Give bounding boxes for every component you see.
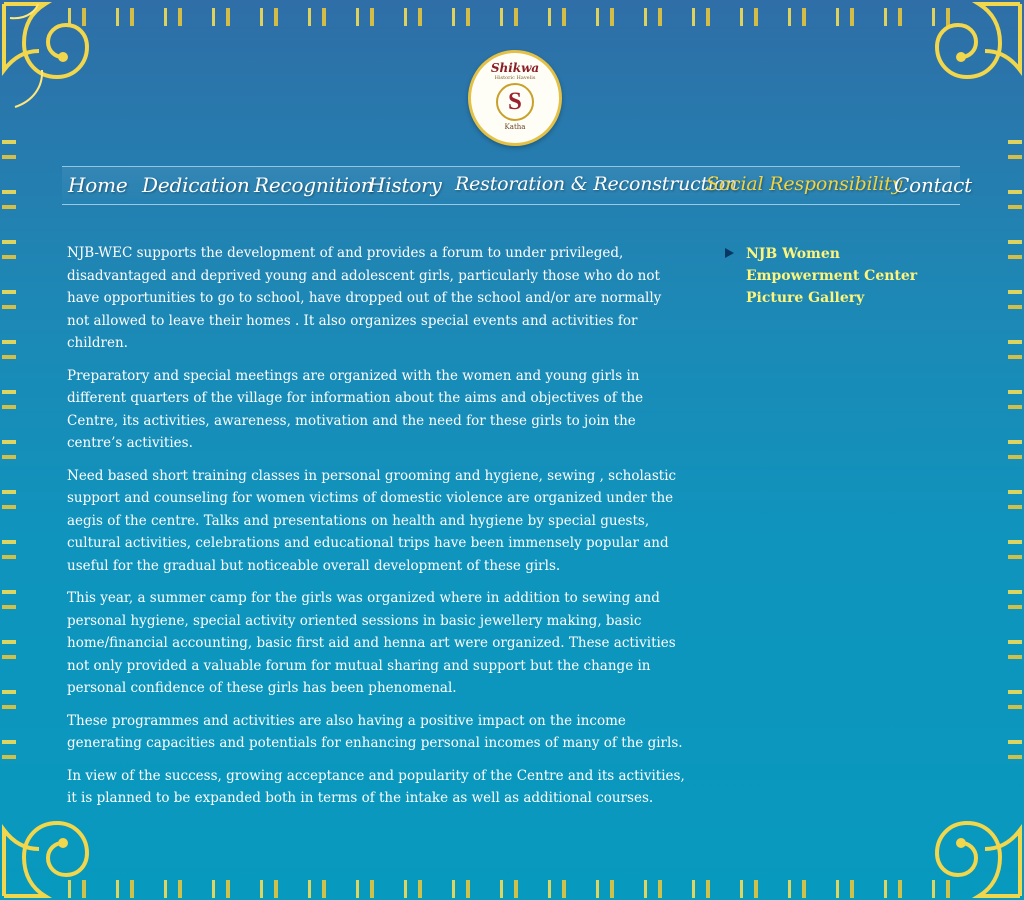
content-paragraph: Preparatory and special meetings are org…	[67, 367, 644, 452]
right-border-ornament	[1008, 130, 1022, 790]
picture-gallery-link[interactable]: NJB Women Empowerment Center Picture Gal…	[725, 243, 955, 309]
bottom-right-corner-ornament	[909, 760, 1024, 900]
logo-monogram: S	[496, 83, 534, 121]
content-paragraph: Need based short training classes in per…	[67, 467, 677, 574]
bottom-border-ornament	[60, 880, 964, 898]
content-paragraph: NJB-WEC supports the development of and …	[67, 245, 662, 351]
top-left-corner-ornament	[0, 0, 115, 140]
logo-brand: Shikwa	[490, 61, 540, 75]
nav-restoration-reconstruction[interactable]: Restoration & Reconstruction	[455, 173, 737, 195]
top-right-corner-ornament	[909, 0, 1024, 140]
nav-history[interactable]: History	[368, 173, 442, 197]
site-logo[interactable]: Shikwa Historic Havelis S Katha	[468, 50, 562, 146]
content-paragraph: In view of the success, growing acceptan…	[67, 767, 685, 807]
logo-tagline: Historic Havelis	[494, 75, 536, 81]
nav-social-responsibility[interactable]: Social Responsibility	[706, 173, 902, 195]
main-navigation: Home Dedication Recognition History Rest…	[62, 166, 972, 205]
nav-contact[interactable]: Contact	[894, 173, 972, 197]
top-border-ornament	[60, 8, 964, 26]
content-paragraph: These programmes and activities are also…	[67, 712, 683, 752]
nav-home[interactable]: Home	[68, 173, 128, 197]
picture-gallery-label: NJB Women Empowerment Center Picture Gal…	[746, 246, 918, 306]
logo-place: Katha	[504, 123, 526, 131]
left-border-ornament	[2, 130, 16, 790]
nav-recognition[interactable]: Recognition	[254, 173, 374, 197]
content-paragraph: This year, a summer camp for the girls w…	[67, 590, 676, 696]
sidebar: NJB Women Empowerment Center Picture Gal…	[725, 243, 955, 309]
nav-dedication[interactable]: Dedication	[142, 173, 250, 197]
play-arrow-icon	[725, 248, 734, 258]
main-content: NJB-WEC supports the development of and …	[67, 242, 687, 820]
